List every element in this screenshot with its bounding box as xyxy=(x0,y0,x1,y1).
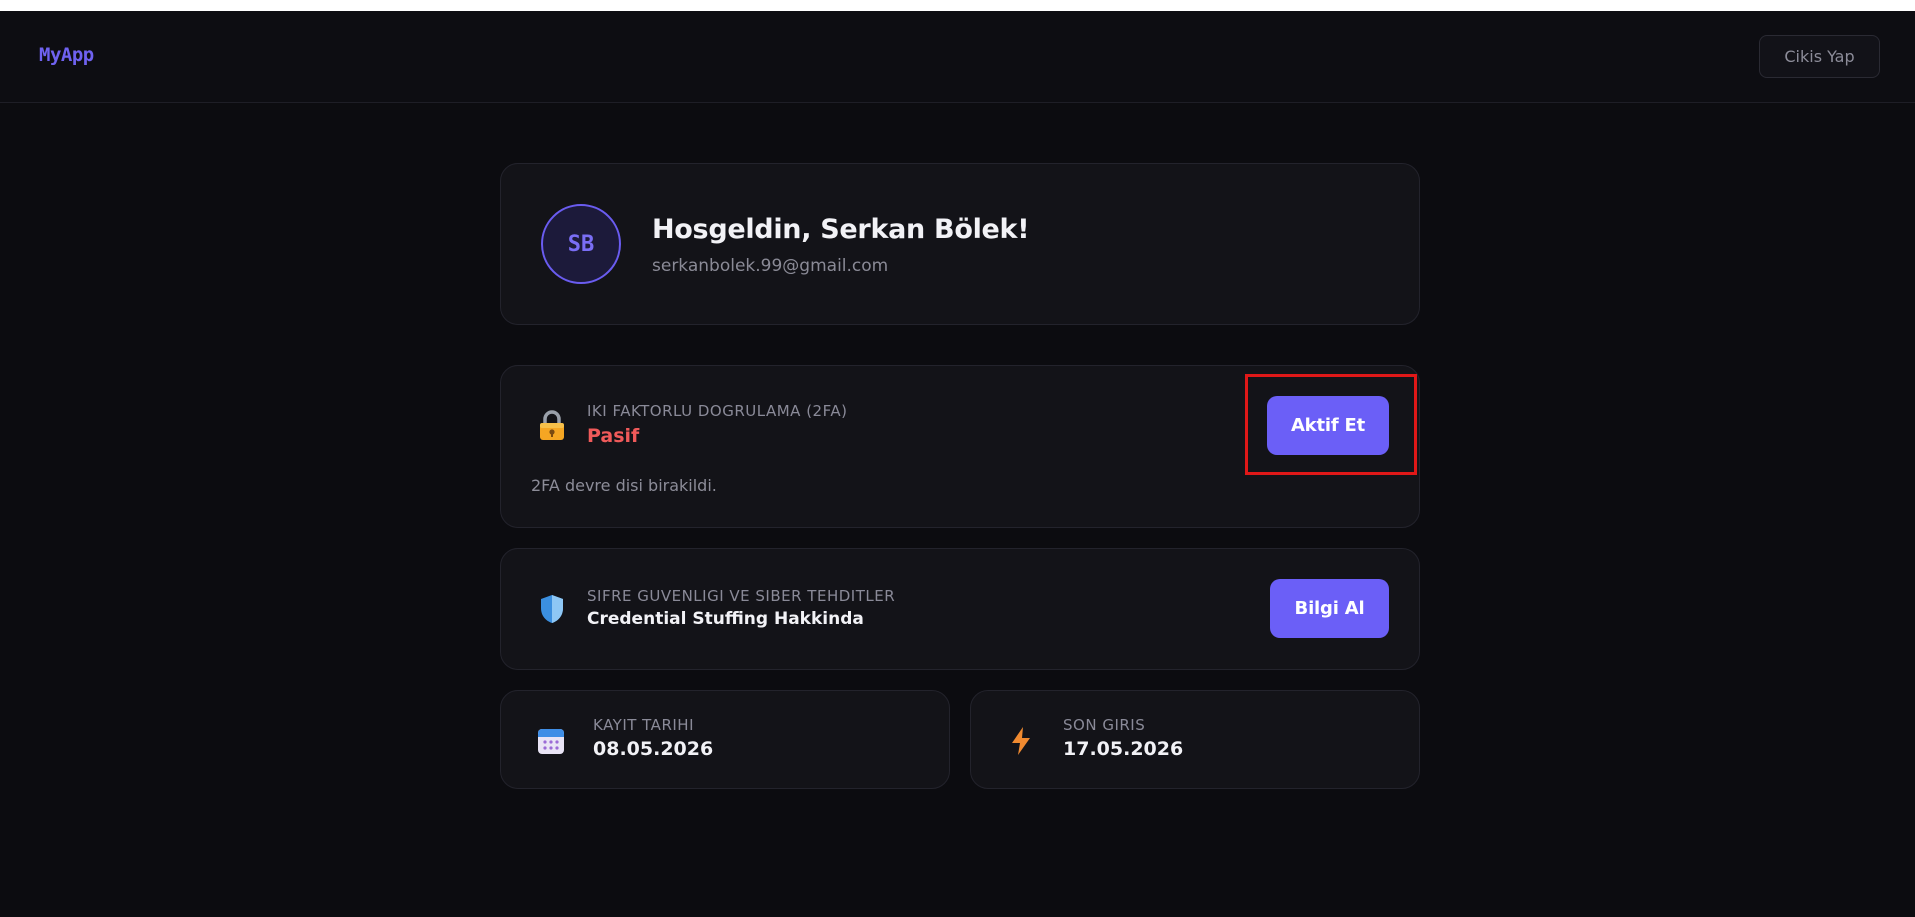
avatar: SB xyxy=(541,204,621,284)
brand-logo[interactable]: MyApp xyxy=(39,44,94,66)
shield-icon xyxy=(535,592,569,626)
last-login-value: 17.05.2026 xyxy=(1063,738,1184,760)
twofa-label: IKI FAKTORLU DOGRULAMA (2FA) xyxy=(587,402,848,420)
twofa-note: 2FA devre disi birakildi. xyxy=(531,476,717,495)
user-email: serkanbolek.99@gmail.com xyxy=(652,256,889,276)
last-login-label: SON GIRIS xyxy=(1063,716,1146,734)
security-title: Credential Stuffing Hakkinda xyxy=(587,609,864,629)
calendar-icon xyxy=(535,725,567,757)
registration-value: 08.05.2026 xyxy=(593,738,714,760)
registration-label: KAYIT TARIHI xyxy=(593,716,694,734)
lock-icon xyxy=(535,409,569,443)
last-login-card: SON GIRIS 17.05.2026 xyxy=(970,690,1420,789)
welcome-heading: Hosgeldin, Serkan Bölek! xyxy=(652,214,1030,245)
browser-top-strip xyxy=(0,0,1915,11)
highlight-box xyxy=(1245,374,1417,475)
security-label: SIFRE GUVENLIGI VE SIBER TEHDITLER xyxy=(587,587,896,605)
twofa-status: Pasif xyxy=(587,425,640,447)
profile-card: SB Hosgeldin, Serkan Bölek! serkanbolek.… xyxy=(500,163,1420,325)
security-info-card: SIFRE GUVENLIGI VE SIBER TEHDITLER Crede… xyxy=(500,548,1420,670)
registration-date-card: KAYIT TARIHI 08.05.2026 xyxy=(500,690,950,789)
learn-more-button[interactable]: Bilgi Al xyxy=(1270,579,1389,638)
logout-button[interactable]: Cikis Yap xyxy=(1759,35,1880,78)
lightning-icon xyxy=(1005,725,1037,757)
navbar: MyApp Cikis Yap xyxy=(0,11,1915,103)
